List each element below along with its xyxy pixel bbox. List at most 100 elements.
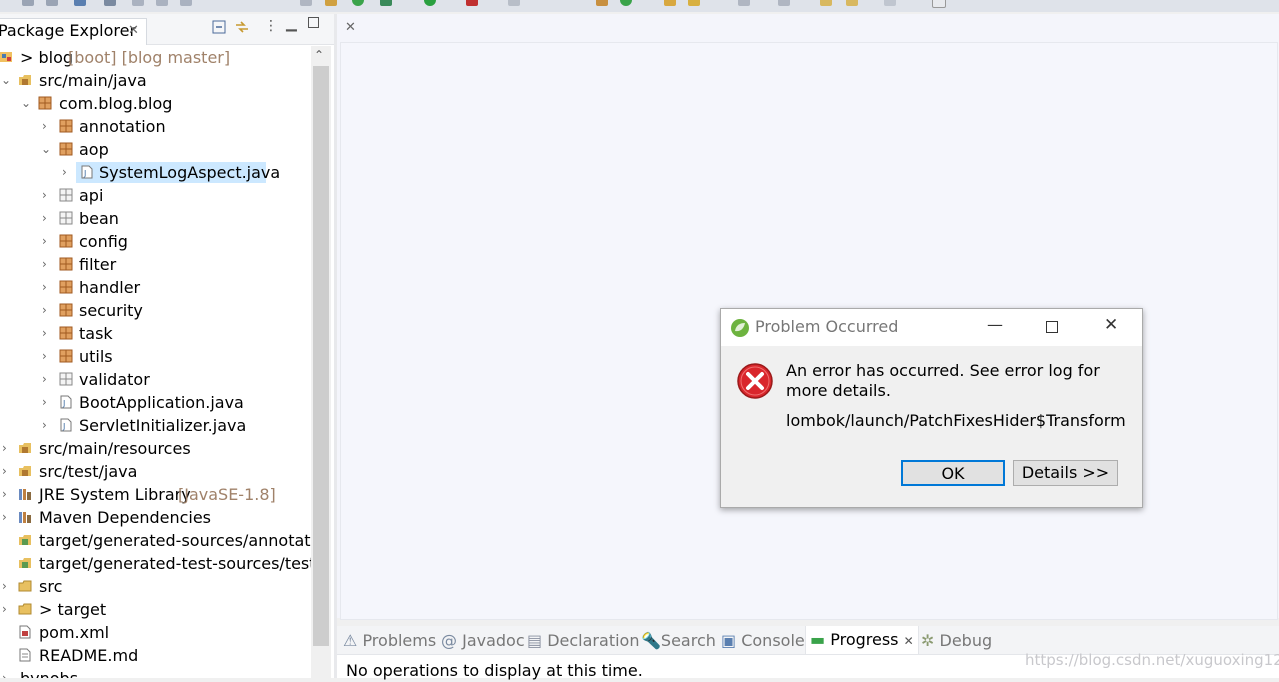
chevron-right-icon[interactable]: › — [42, 373, 52, 385]
tab-problems[interactable]: ⚠ Problems — [343, 630, 436, 652]
refresh-icon[interactable] — [620, 0, 632, 6]
tree-item-label: > target — [39, 600, 107, 619]
minimize-icon[interactable]: — — [987, 315, 1003, 334]
open-perspective-icon[interactable] — [932, 0, 946, 8]
chevron-right-icon[interactable]: › — [42, 281, 52, 293]
tree-item-label: com.blog.blog — [59, 94, 173, 113]
tree-scrollbar-thumb[interactable] — [313, 66, 329, 646]
ok-button[interactable]: OK — [901, 460, 1005, 486]
source-folder-icon — [19, 558, 31, 568]
back-icon[interactable] — [820, 0, 832, 6]
open-type-icon[interactable] — [596, 0, 608, 6]
chevron-right-icon[interactable]: › — [62, 166, 72, 178]
tree-item-label: pom.xml — [39, 623, 110, 642]
chevron-right-icon[interactable]: › — [42, 304, 52, 316]
chevron-right-icon[interactable]: › — [2, 672, 12, 678]
open-folder-icon[interactable] — [664, 0, 676, 6]
debug-icon: ✲ — [921, 631, 935, 650]
chevron-right-icon[interactable]: › — [2, 603, 12, 615]
link-with-editor-icon[interactable] — [234, 19, 250, 35]
tab-label: Problems — [362, 631, 437, 650]
search-icon: 🔦 — [641, 631, 661, 650]
minimize-icon[interactable]: ▁ — [286, 16, 297, 32]
tab-debug[interactable]: ✲ Debug — [921, 630, 992, 652]
skip-icon[interactable] — [132, 0, 144, 6]
pin-icon[interactable] — [884, 0, 896, 6]
problems-icon: ⚠ — [343, 631, 358, 650]
project-tree: > blog [boot] [blog master] ⌄ src/main/j… — [0, 46, 311, 678]
text-file-icon — [19, 648, 31, 662]
new-icon[interactable] — [508, 0, 520, 6]
search-icon[interactable] — [104, 0, 116, 6]
terminal-icon[interactable] — [74, 0, 86, 6]
tab-search[interactable]: 🔦Search — [641, 630, 716, 652]
tab-console[interactable]: ▣ Console — [721, 630, 805, 652]
stop-icon[interactable] — [180, 0, 192, 6]
annotation-icon[interactable] — [688, 0, 700, 6]
chevron-right-icon[interactable]: › — [42, 189, 52, 201]
main-toolbar — [0, 0, 1279, 12]
package-icon — [59, 188, 73, 202]
tree-item-label: target/generated-sources/annotations — [39, 531, 311, 550]
project-icon — [0, 52, 12, 62]
svg-text:J: J — [62, 422, 65, 431]
chevron-down-icon[interactable]: ⌄ — [21, 97, 31, 109]
spring-leaf-icon — [731, 319, 749, 337]
tab-package-explorer[interactable]: Package Explorer ✕ — [0, 18, 147, 45]
close-icon[interactable]: ✕ — [904, 634, 914, 648]
chevron-right-icon[interactable]: › — [2, 511, 12, 523]
build-icon[interactable] — [325, 0, 337, 6]
close-icon[interactable]: ✕ — [345, 20, 356, 35]
tree-item-label: src/test/java — [39, 462, 138, 481]
chevron-right-icon[interactable]: › — [42, 350, 52, 362]
pause-icon[interactable] — [156, 0, 168, 6]
chevron-right-icon[interactable]: › — [42, 396, 52, 408]
chevron-right-icon[interactable]: › — [42, 258, 52, 270]
tree-item-systemlogaspect-java[interactable]: › J SystemLogAspect.java — [0, 161, 311, 184]
chevron-right-icon[interactable]: › — [2, 465, 12, 477]
folder-icon — [18, 580, 32, 592]
tree-item-label: handler — [79, 278, 141, 297]
tree-item-label: config — [79, 232, 128, 251]
tree-item-label: src/main/java — [39, 71, 147, 90]
maximize-icon[interactable] — [1046, 321, 1058, 333]
tab-declaration[interactable]: ▤ Declaration — [527, 630, 639, 652]
chevron-right-icon[interactable]: › — [42, 212, 52, 224]
chevron-right-icon[interactable]: › — [42, 419, 52, 431]
scroll-up-icon[interactable]: ⌃ — [314, 48, 324, 62]
close-icon[interactable]: ✕ — [1104, 315, 1118, 335]
chevron-right-icon[interactable]: › — [2, 488, 12, 500]
tab-label: Debug — [939, 631, 993, 650]
tab-javadoc[interactable]: @ Javadoc — [441, 630, 525, 652]
debug-run-icon[interactable] — [380, 0, 392, 6]
chevron-right-icon[interactable]: › — [2, 442, 12, 454]
details-button[interactable]: Details >> — [1013, 460, 1118, 486]
chevron-right-icon[interactable]: › — [42, 120, 52, 132]
tab-progress[interactable]: ▬ Progress ✕ — [805, 626, 919, 654]
save-icon[interactable] — [22, 0, 34, 6]
chevron-down-icon[interactable]: ⌄ — [41, 143, 51, 155]
chevron-right-icon[interactable]: › — [2, 580, 12, 592]
dialog-title: Problem Occurred — [755, 317, 899, 336]
maximize-icon[interactable] — [308, 17, 319, 28]
close-icon[interactable]: ✕ — [128, 19, 139, 43]
tree-item-label: bynobs — [20, 667, 78, 678]
save-all-icon[interactable] — [46, 0, 58, 6]
chevron-down-icon[interactable]: ⌄ — [1, 74, 11, 86]
library-icon — [19, 512, 31, 523]
step-icon[interactable] — [300, 0, 312, 6]
external-tools-icon[interactable] — [466, 0, 478, 6]
chevron-right-icon[interactable]: › — [42, 235, 52, 247]
last-edit-icon[interactable] — [778, 0, 790, 6]
view-menu-icon[interactable]: ⋮ — [264, 19, 278, 33]
package-explorer-view: Package Explorer ✕ ⋮ ▁ > blog [boot] [bl… — [0, 14, 334, 678]
next-annotation-icon[interactable] — [738, 0, 750, 6]
spring-boot-run-icon[interactable] — [352, 0, 364, 6]
forward-icon[interactable] — [846, 0, 858, 6]
chevron-right-icon[interactable]: › — [42, 327, 52, 339]
tab-label: Search — [660, 631, 716, 650]
collapse-all-icon[interactable] — [212, 20, 226, 34]
package-icon — [59, 349, 73, 363]
problem-dialog: Problem Occurred — ✕ An error has occurr… — [720, 308, 1143, 508]
run-icon[interactable] — [424, 0, 436, 6]
